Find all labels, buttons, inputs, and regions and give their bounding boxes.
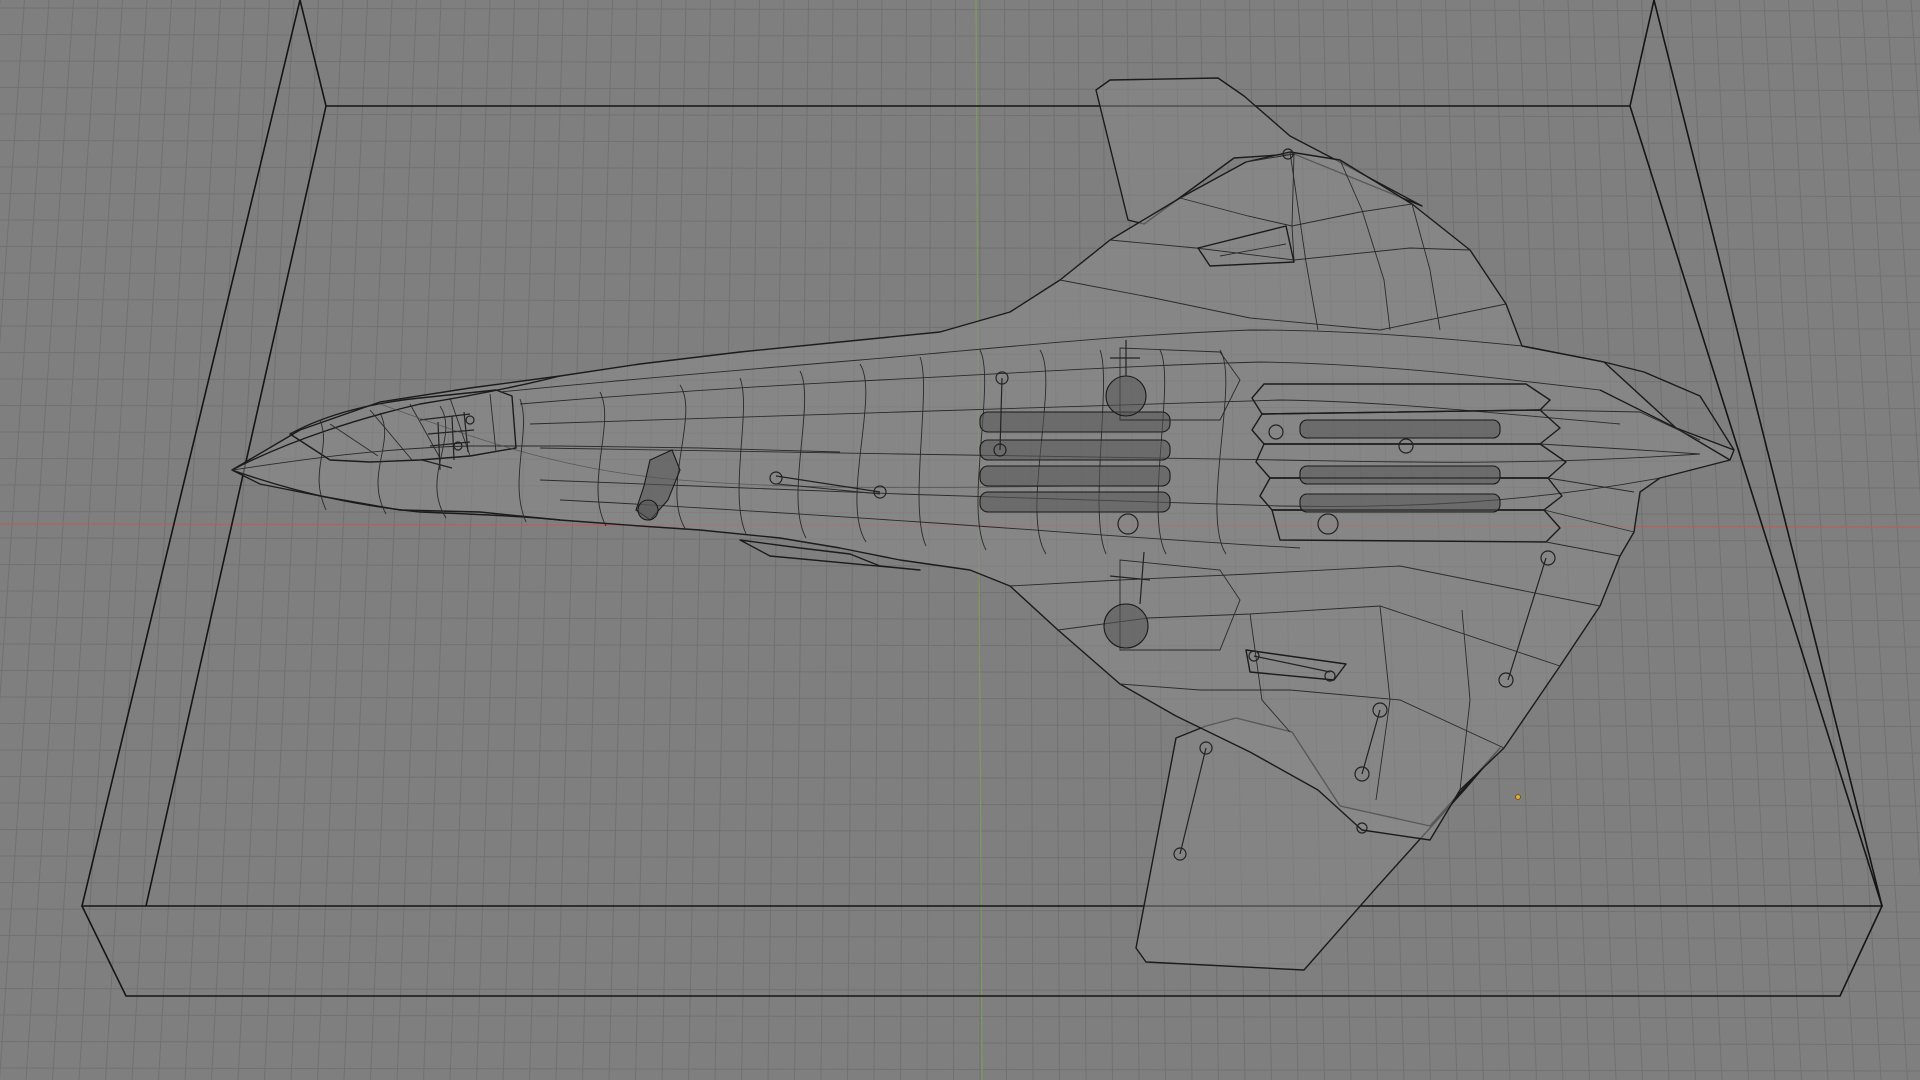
grid-line bbox=[0, 1067, 1920, 1072]
grid-line bbox=[0, 166, 1920, 171]
grid-line bbox=[529, 0, 564, 1080]
grid-line bbox=[608, 0, 638, 1080]
grid-line bbox=[0, 0, 50, 704]
grid-line bbox=[661, 0, 687, 1080]
grid-line bbox=[0, 60, 1920, 65]
grid-line bbox=[0, 670, 1920, 674]
grid-line bbox=[78, 0, 148, 1080]
grid-line bbox=[0, 219, 1920, 224]
grid-line bbox=[0, 961, 1920, 966]
grid-line bbox=[1910, 0, 1920, 136]
grid-line bbox=[1812, 0, 1882, 1080]
grid-line bbox=[555, 0, 589, 1080]
grid-line bbox=[396, 0, 442, 1080]
grid-line bbox=[0, 643, 1920, 648]
grid-line bbox=[0, 1014, 1920, 1019]
grid-line bbox=[449, 0, 491, 1080]
grid-line bbox=[0, 1041, 1920, 1045]
grid-line bbox=[184, 0, 246, 1080]
grid-line bbox=[423, 0, 466, 1080]
grid-line bbox=[635, 0, 662, 1080]
grid-line bbox=[0, 935, 1920, 939]
grid-line bbox=[0, 34, 1920, 38]
grid-line bbox=[1788, 0, 1855, 1080]
grid-line bbox=[105, 0, 172, 1080]
grid-line bbox=[1886, 0, 1920, 497]
grid-line bbox=[688, 0, 711, 1080]
grid-line bbox=[1739, 0, 1802, 1080]
grid-line bbox=[0, 829, 1920, 833]
grid-line bbox=[237, 0, 295, 1080]
grid-line bbox=[0, 7, 1920, 12]
grid-line bbox=[0, 0, 25, 347]
grid-line bbox=[158, 0, 221, 1080]
grid-line bbox=[0, 193, 1920, 197]
grid-line bbox=[0, 87, 1920, 91]
grid-line bbox=[370, 0, 417, 1080]
3d-viewport[interactable] bbox=[0, 0, 1920, 1080]
grid-line bbox=[1641, 0, 1696, 1080]
grid-line bbox=[0, 696, 1920, 701]
grid-line bbox=[1690, 0, 1749, 1080]
grid-line bbox=[0, 246, 1920, 250]
object-origin-marker[interactable] bbox=[1515, 794, 1521, 800]
grid-line bbox=[264, 0, 319, 1080]
grid-line bbox=[290, 0, 344, 1080]
grid-line bbox=[343, 0, 393, 1080]
grid-line bbox=[582, 0, 613, 1080]
grid-line bbox=[0, 140, 1920, 144]
viewport-canvas[interactable] bbox=[0, 0, 1920, 1080]
grid-line bbox=[0, 776, 1920, 780]
grid-line bbox=[767, 0, 785, 1080]
grid-line bbox=[0, 590, 1920, 595]
grid-line bbox=[0, 988, 1920, 992]
grid-line bbox=[0, 723, 1920, 727]
grid-line bbox=[1763, 0, 1829, 1080]
grid-line bbox=[131, 0, 197, 1080]
grid-line bbox=[317, 0, 368, 1080]
grid-line bbox=[0, 749, 1920, 754]
grid-line bbox=[0, 908, 1920, 913]
grid-line bbox=[0, 882, 1920, 886]
grid-line bbox=[714, 0, 736, 1080]
grid-line bbox=[0, 802, 1920, 807]
